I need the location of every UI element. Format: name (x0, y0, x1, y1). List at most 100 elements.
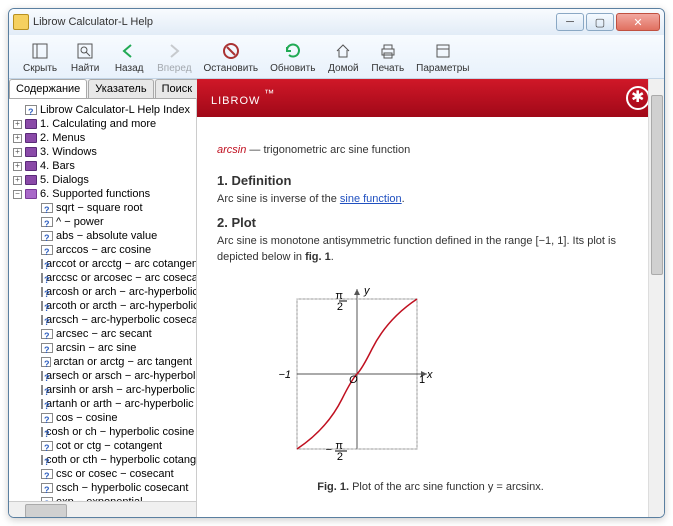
print-icon (377, 40, 399, 62)
minimize-button[interactable]: ─ (556, 13, 584, 31)
svg-text:−: − (326, 444, 332, 456)
page-icon (41, 399, 43, 409)
content-pane: LIBROW ™ arcsin — trigonometric arc sine… (197, 79, 664, 517)
section-definition: 1. Definition (217, 173, 644, 188)
tab-contents[interactable]: Содержание (9, 79, 87, 98)
tree-leaf[interactable]: arctan or arctg − arc tangent (11, 355, 194, 369)
tree-node-open[interactable]: −6. Supported functions (11, 187, 194, 201)
tree-node[interactable]: +3. Windows (11, 145, 194, 159)
page-icon (41, 469, 53, 479)
brand-logo-icon (626, 86, 650, 110)
page-icon (41, 413, 53, 423)
tree-leaf[interactable]: arcosh or arch − arc-hyperbolic cosine (11, 285, 194, 299)
app-icon (13, 14, 29, 30)
tree-root[interactable]: Librow Calculator-L Help Index (11, 103, 194, 117)
tree-node[interactable]: +2. Menus (11, 131, 194, 145)
page-icon (41, 343, 53, 353)
tree-leaf[interactable]: cot or ctg − cotangent (11, 439, 194, 453)
toolbar: Скрыть Найти Назад Вперед Остановить Обн… (9, 35, 664, 79)
tree-leaf[interactable]: artanh or arth − arc-hyperbolic tangent (11, 397, 194, 411)
stop-button[interactable]: Остановить (198, 38, 265, 76)
tree-node[interactable]: +1. Calculating and more (11, 117, 194, 131)
definition-text: Arc sine is inverse of the sine function… (217, 192, 644, 207)
page-icon (41, 329, 53, 339)
tree-leaf[interactable]: arccos − arc cosine (11, 243, 194, 257)
options-icon (432, 40, 454, 62)
page-icon (41, 441, 53, 451)
tree-leaf[interactable]: sqrt − square root (11, 201, 194, 215)
stop-icon (220, 40, 242, 62)
tree-leaf[interactable]: csc or cosec − cosecant (11, 467, 194, 481)
tree-leaf[interactable]: arcoth or arcth − arc-hyperbolic cotange… (11, 299, 194, 313)
tree-hscroll[interactable] (9, 501, 196, 517)
svg-text:O: O (349, 374, 358, 386)
tree-leaf[interactable]: cos − cosine (11, 411, 194, 425)
tree-leaf[interactable]: arccsc or arcosec − arc cosecant (11, 271, 194, 285)
nav-pane: Содержание Указатель Поиск Librow Calcul… (9, 79, 197, 517)
contents-tree[interactable]: Librow Calculator-L Help Index +1. Calcu… (9, 99, 196, 501)
tree-leaf[interactable]: arcsch − arc-hyperbolic cosecant (11, 313, 194, 327)
back-icon (118, 40, 140, 62)
hide-icon (29, 40, 51, 62)
svg-text:2: 2 (337, 451, 343, 463)
plot-text: Arc sine is monotone antisymmetric funct… (217, 234, 644, 265)
page-icon (41, 259, 43, 269)
tree-leaf[interactable]: abs − absolute value (11, 229, 194, 243)
print-button[interactable]: Печать (365, 38, 410, 76)
tab-search[interactable]: Поиск (155, 79, 199, 98)
tree-leaf[interactable]: arsinh or arsh − arc-hyperbolic sine (11, 383, 194, 397)
page-icon (41, 301, 43, 311)
tree-leaf[interactable]: coth or cth − hyperbolic cotangent (11, 453, 194, 467)
help-window: Librow Calculator-L Help ─ ▢ ✕ Скрыть На… (8, 8, 665, 518)
page-icon (41, 245, 53, 255)
page-icon (41, 203, 53, 213)
article: arcsin — trigonometric arc sine function… (197, 117, 664, 517)
page-icon (41, 455, 43, 465)
find-icon (74, 40, 96, 62)
page-icon (41, 427, 43, 437)
tree-node[interactable]: +5. Dialogs (11, 173, 194, 187)
nav-tabs: Содержание Указатель Поиск (9, 79, 196, 99)
tree-leaf[interactable]: arccot or arcctg − arc cotangent (11, 257, 194, 271)
close-button[interactable]: ✕ (616, 13, 660, 31)
tree-leaf[interactable]: arcsec − arc secant (11, 327, 194, 341)
window-title: Librow Calculator-L Help (33, 16, 556, 28)
forward-button: Вперед (151, 38, 197, 76)
page-icon (41, 273, 43, 283)
section-plot: 2. Plot (217, 215, 644, 230)
tree-leaf[interactable]: csch − hyperbolic cosecant (11, 481, 194, 495)
article-title: arcsin — trigonometric arc sine function (217, 133, 644, 159)
refresh-button[interactable]: Обновить (264, 38, 321, 76)
svg-text:x: x (426, 369, 433, 381)
svg-text:y: y (363, 285, 371, 297)
svg-text:2: 2 (337, 301, 343, 313)
tree-leaf[interactable]: cosh or ch − hyperbolic cosine (11, 425, 194, 439)
content-vscroll[interactable] (648, 79, 664, 517)
arcsin-plot: −1 1 O x y π 2 π 2 − (257, 279, 644, 472)
hide-button[interactable]: Скрыть (17, 38, 63, 76)
page-icon (41, 371, 43, 381)
tree-node[interactable]: +4. Bars (11, 159, 194, 173)
back-button[interactable]: Назад (107, 38, 151, 76)
brand-text: LIBROW ™ (211, 87, 275, 110)
find-button[interactable]: Найти (63, 38, 107, 76)
page-icon (41, 357, 51, 367)
tree-leaf[interactable]: arcsin − arc sine (11, 341, 194, 355)
tree-leaf[interactable]: arsech or arsch − arc-hyperbolic secant (11, 369, 194, 383)
brand-bar: LIBROW ™ (197, 79, 664, 117)
page-icon (41, 217, 53, 227)
sine-link[interactable]: sine function (340, 193, 402, 205)
scroll-thumb[interactable] (651, 95, 663, 275)
svg-text:1: 1 (419, 374, 425, 386)
maximize-button[interactable]: ▢ (586, 13, 614, 31)
tree-leaf[interactable]: ^ − power (11, 215, 194, 229)
page-icon (41, 231, 53, 241)
figure-caption: Fig. 1. Plot of the arc sine function y … (217, 480, 644, 495)
page-icon (41, 483, 53, 493)
home-button[interactable]: Домой (321, 38, 365, 76)
forward-icon (163, 40, 185, 62)
options-button[interactable]: Параметры (410, 38, 475, 76)
tab-index[interactable]: Указатель (88, 79, 153, 98)
page-icon (41, 385, 43, 395)
home-icon (332, 40, 354, 62)
